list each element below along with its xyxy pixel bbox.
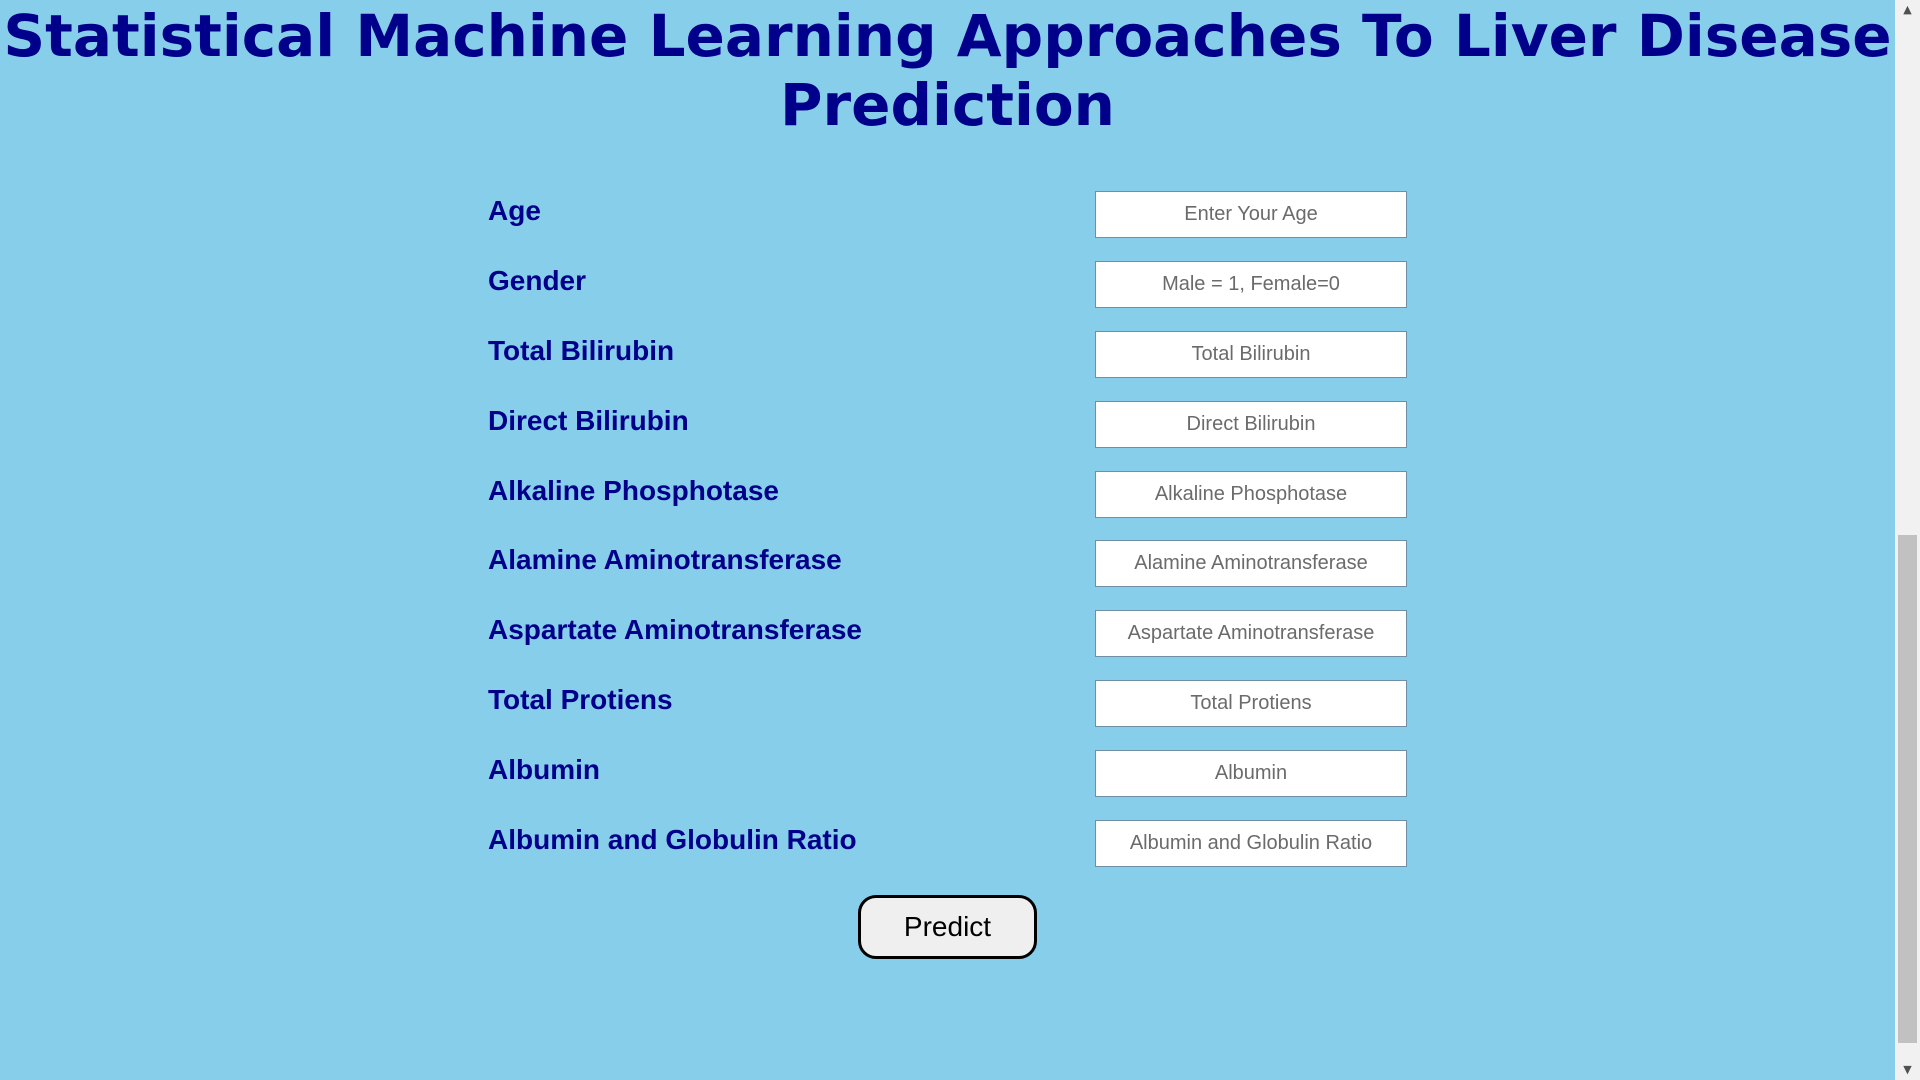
form-row-total-protiens: Total Protiens [488, 680, 1408, 727]
vertical-scrollbar[interactable]: ▲ ▼ [1895, 0, 1920, 1080]
total-protiens-label: Total Protiens [488, 684, 673, 715]
alamine-aminotransferase-label: Alamine Aminotransferase [488, 544, 842, 575]
albumin-globulin-ratio-label: Albumin and Globulin Ratio [488, 824, 857, 855]
aspartate-aminotransferase-label: Aspartate Aminotransferase [488, 614, 862, 645]
direct-bilirubin-label: Direct Bilirubin [488, 405, 689, 436]
alamine-aminotransferase-input[interactable] [1095, 540, 1407, 587]
total-protiens-input[interactable] [1095, 680, 1407, 727]
alkaline-phosphotase-input[interactable] [1095, 471, 1407, 518]
form-row-total-bilirubin: Total Bilirubin [488, 331, 1408, 378]
form-row-alamine-aminotransferase: Alamine Aminotransferase [488, 540, 1408, 587]
total-bilirubin-input[interactable] [1095, 331, 1407, 378]
albumin-label: Albumin [488, 754, 600, 785]
form-row-albumin: Albumin [488, 750, 1408, 797]
predict-button[interactable]: Predict [858, 895, 1037, 959]
alkaline-phosphotase-label: Alkaline Phosphotase [488, 475, 779, 506]
age-input[interactable] [1095, 191, 1407, 238]
chevron-down-icon[interactable]: ▼ [1895, 1060, 1920, 1080]
page-content: Statistical Machine Learning Approaches … [0, 0, 1895, 1080]
form-row-albumin-globulin-ratio: Albumin and Globulin Ratio [488, 820, 1408, 867]
form-row-age: Age [488, 191, 1408, 238]
aspartate-aminotransferase-input[interactable] [1095, 610, 1407, 657]
albumin-globulin-ratio-input[interactable] [1095, 820, 1407, 867]
direct-bilirubin-input[interactable] [1095, 401, 1407, 448]
form-row-aspartate-aminotransferase: Aspartate Aminotransferase [488, 610, 1408, 657]
form-row-alkaline-phosphotase: Alkaline Phosphotase [488, 471, 1408, 518]
gender-input[interactable] [1095, 261, 1407, 308]
form-row-gender: Gender [488, 261, 1408, 308]
chevron-up-icon[interactable]: ▲ [1895, 0, 1920, 20]
page-title: Statistical Machine Learning Approaches … [3, 2, 1892, 139]
age-label: Age [488, 195, 541, 226]
total-bilirubin-label: Total Bilirubin [488, 335, 675, 366]
form-row-direct-bilirubin: Direct Bilirubin [488, 401, 1408, 448]
albumin-input[interactable] [1095, 750, 1407, 797]
scrollbar-thumb[interactable] [1898, 535, 1917, 1043]
gender-label: Gender [488, 265, 587, 296]
